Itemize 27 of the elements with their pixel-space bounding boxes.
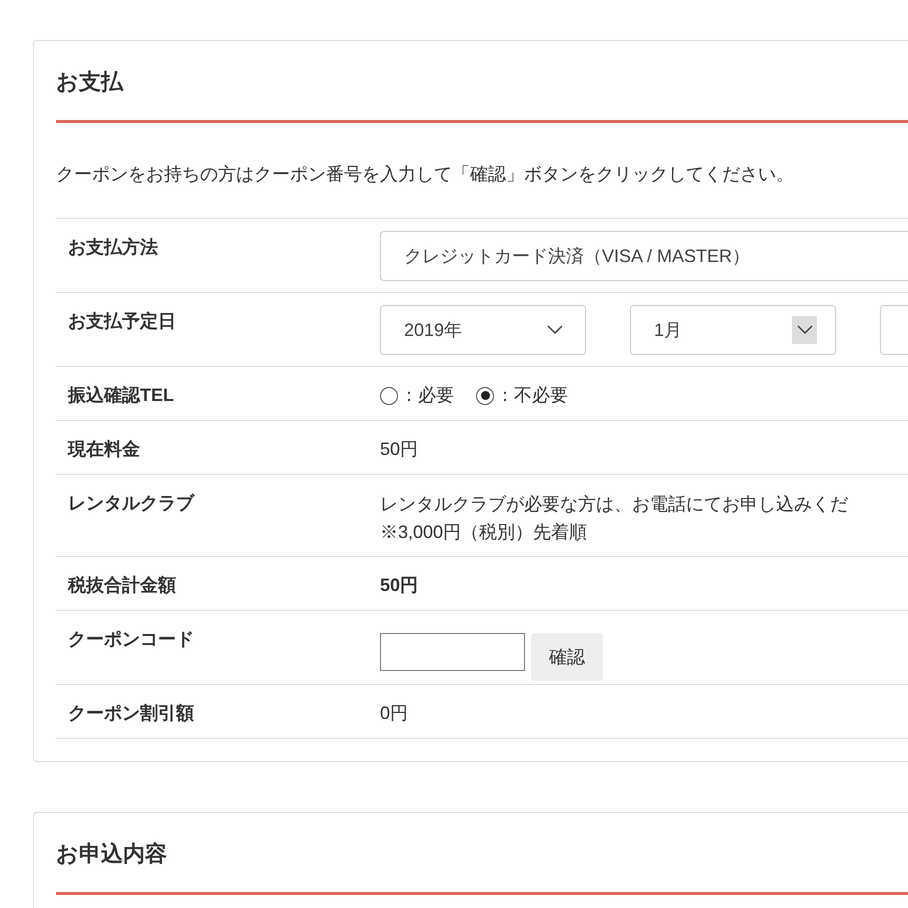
radio-option[interactable]: ：必要 — [380, 382, 454, 409]
payment-method-select[interactable]: クレジットカード決済（VISA / MASTER） — [380, 231, 908, 281]
confirm-button[interactable]: 確認 — [531, 633, 603, 681]
section-title: お支払 — [56, 68, 124, 96]
field-label: 現在料金 — [68, 439, 140, 459]
field-label: クーポンコード — [68, 629, 194, 649]
chevron-down-icon — [546, 325, 562, 335]
date-select[interactable]: 2019年 — [380, 305, 586, 355]
field-label: 振込確認TEL — [68, 385, 174, 405]
field-label: レンタルクラブ — [68, 493, 194, 513]
radio-button[interactable] — [380, 386, 398, 404]
chevron-down-icon — [796, 325, 812, 335]
field-label: 税抜合計金額 — [68, 575, 176, 595]
date-select[interactable]: 1月 — [630, 305, 836, 355]
radio-button[interactable] — [476, 386, 494, 404]
info-text: レンタルクラブが必要な方は、お電話にてお申し込みくだ — [380, 493, 848, 516]
info-text: ※3,000円（税別）先着順 — [380, 521, 588, 544]
total-amount: 50円 — [380, 575, 418, 595]
field-label: お支払方法 — [68, 237, 158, 257]
radio-option[interactable]: ：不必要 — [476, 382, 568, 409]
value-text: 50円 — [380, 439, 418, 459]
field-label: お支払予定日 — [68, 311, 176, 331]
section-title: お申込内容 — [56, 840, 168, 868]
coupon-input-field[interactable] — [380, 633, 525, 671]
value-text: 0円 — [380, 703, 408, 723]
field-label: クーポン割引額 — [68, 703, 194, 723]
instruction-text: クーポンをお持ちの方はクーポン番号を入力して「確認」ボタンをクリックしてください。 — [56, 163, 795, 186]
